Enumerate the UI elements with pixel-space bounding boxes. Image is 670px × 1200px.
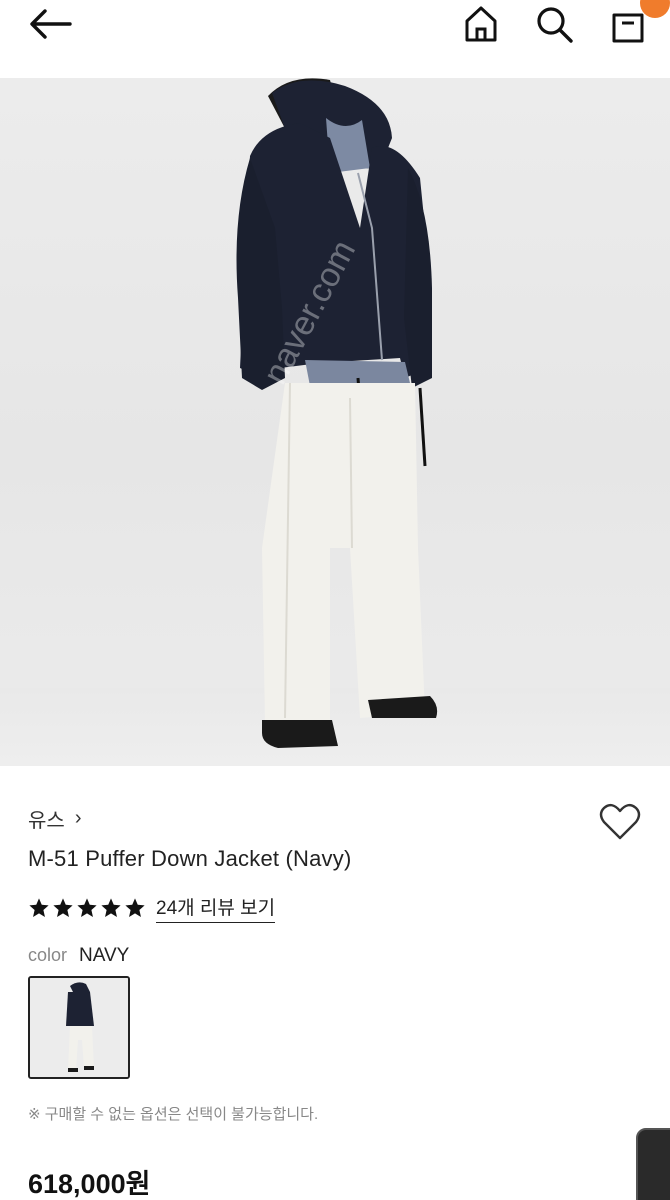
star-icon: [77, 898, 97, 917]
home-icon: [465, 6, 497, 42]
heart-icon: [599, 803, 641, 840]
price: 618,000원: [28, 1169, 151, 1199]
swatch-model-image: [30, 978, 128, 1077]
rating-stars: [28, 897, 146, 919]
product-image[interactable]: naver.com: [0, 78, 670, 766]
wishlist-button[interactable]: [598, 802, 642, 842]
color-row: color NAVY: [28, 945, 129, 967]
brand-name: 유스: [28, 810, 65, 832]
model-figure: naver.com: [236, 78, 438, 748]
floating-thumbnail[interactable]: [636, 1128, 670, 1200]
search-button[interactable]: [534, 4, 574, 44]
home-button[interactable]: [461, 4, 501, 44]
search-icon: [537, 7, 573, 43]
star-icon: [101, 898, 121, 917]
color-label: color: [28, 945, 68, 965]
cart-icon: [612, 13, 644, 43]
top-nav-bar: [0, 0, 670, 78]
review-link[interactable]: 24개 리뷰 보기: [156, 893, 276, 923]
product-title: M-51 Puffer Down Jacket (Navy): [28, 846, 352, 871]
chevron-right-icon: ›: [74, 807, 82, 829]
star-icon: [53, 898, 73, 917]
option-notice: ※ 구매할 수 없는 옵션은 선택이 불가능합니다.: [28, 1106, 319, 1123]
color-option-navy[interactable]: [28, 976, 130, 1079]
arrow-left-icon: [30, 9, 72, 39]
star-icon: [125, 898, 145, 917]
brand-link[interactable]: 유스 ›: [28, 804, 81, 833]
back-button[interactable]: [22, 4, 78, 44]
rating-row: 24개 리뷰 보기: [28, 893, 276, 923]
color-value: NAVY: [79, 945, 130, 966]
star-icon: [29, 898, 49, 917]
